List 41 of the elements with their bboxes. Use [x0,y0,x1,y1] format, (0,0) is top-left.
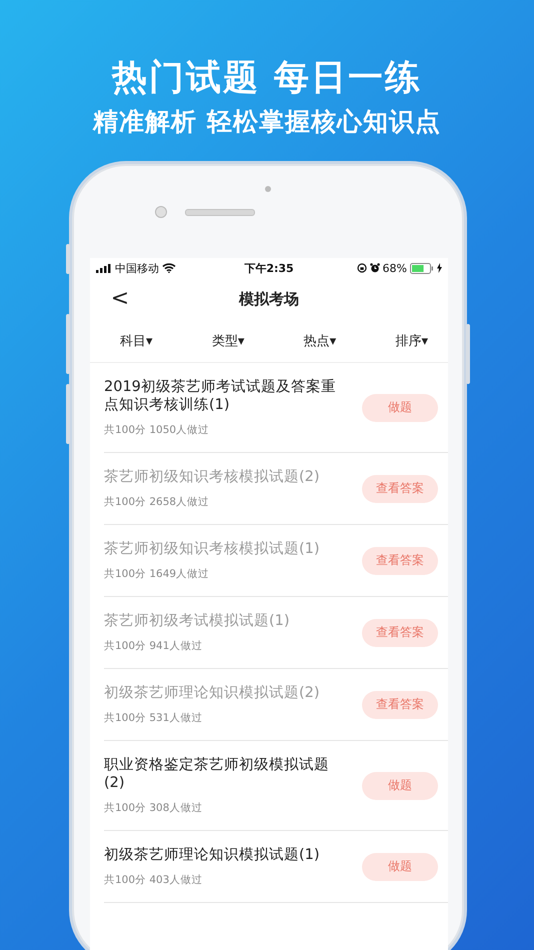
exam-meta: 共100分 941人做过 [104,639,204,653]
signal-icon [96,264,112,272]
filter-dropdown[interactable]: 热点▾ [304,332,336,350]
back-button[interactable]: < [110,287,130,311]
battery-percent: 68% [382,262,407,274]
battery-icon [410,262,434,274]
exam-title[interactable]: 职业资格鉴定茶艺师初级模拟试题(2) [104,756,344,792]
filter-dropdown[interactable]: 类型▾ [212,332,244,350]
exam-title[interactable]: 初级茶艺师理论知识模拟试题(1) [104,846,344,864]
rotation-lock-icon [356,263,367,273]
exam-title[interactable]: 茶艺师初级知识考核模拟试题(2) [104,468,344,486]
screen-title: 模拟考场 [239,290,299,308]
view-answers-button[interactable]: 查看答案 [362,474,438,502]
exam-meta: 共100分 1649人做过 [104,567,210,581]
wifi-icon [162,263,176,273]
sensor-icon [265,186,271,192]
exam-title[interactable]: 茶艺师初级知识考核模拟试题(1) [104,540,344,558]
status-time: 下午2:35 [244,260,294,276]
promo-headline: 热门试题 每日一练 [112,57,422,100]
start-button[interactable]: 做题 [362,852,438,880]
promo-subline: 精准解析 轻松掌握核心知识点 [93,106,441,138]
view-answers-button[interactable]: 查看答案 [362,618,438,646]
exam-meta: 共100分 531人做过 [104,711,204,725]
filter-dropdown[interactable]: 科目▾ [120,332,153,350]
filter-dropdown[interactable]: 排序▾ [395,332,428,350]
camera-icon [155,206,167,218]
alarm-icon [370,263,380,273]
exam-title[interactable]: 初级茶艺师理论知识模拟试题(2) [104,684,344,702]
view-answers-button[interactable]: 查看答案 [362,690,438,718]
carrier-name: 中国移动 [115,260,159,276]
exam-meta: 共100分 308人做过 [104,801,204,815]
exam-meta: 共100分 1050人做过 [104,423,210,437]
start-button[interactable]: 做题 [362,394,438,422]
view-answers-button[interactable]: 查看答案 [362,546,438,574]
exam-meta: 共100分 403人做过 [104,873,204,887]
exam-title[interactable]: 2019初级茶艺师考试试题及答案重点知识考核训练(1) [104,378,344,414]
charging-icon [437,263,442,273]
exam-meta: 共100分 2658人做过 [104,495,210,509]
start-button[interactable]: 做题 [362,772,438,800]
speaker-icon [185,208,255,216]
exam-title[interactable]: 茶艺师初级考试模拟试题(1) [104,612,344,630]
